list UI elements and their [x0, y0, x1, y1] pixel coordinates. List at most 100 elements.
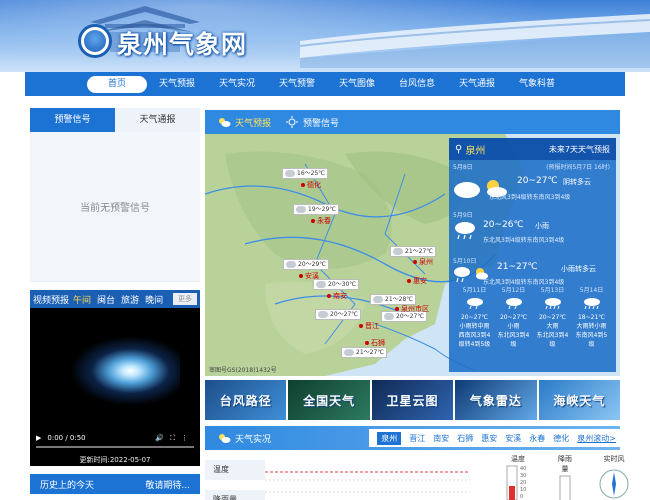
nav-science[interactable]: 气象科普 — [507, 72, 567, 96]
map-city-quanzhou-urban[interactable]: 泉州市区 — [395, 304, 429, 314]
map-city-quanzhou[interactable]: 泉州 — [413, 257, 433, 267]
map-city-anxi[interactable]: 安溪 — [299, 271, 319, 281]
wind-gauge: 实时风 — [597, 454, 631, 500]
video-tab-noon[interactable]: 午间 — [73, 293, 91, 306]
video-progress-bar[interactable] — [36, 446, 194, 448]
map-city-jinjiang[interactable]: 晋江 — [359, 321, 379, 331]
link-radar[interactable]: 气象雷达 — [455, 380, 537, 420]
forecast-day: 5月10日 21~27℃ 小雨转多云 东北风3到4级转东南风3到4级 — [453, 256, 612, 286]
tab-weather-bulletin[interactable]: 天气通报 — [115, 108, 200, 132]
map-city-yongchun[interactable]: 永春 — [311, 216, 331, 226]
mini-date: 5月12日 — [501, 287, 526, 294]
warning-tabs: 预警信号 天气通报 — [30, 108, 200, 132]
thermometer-icon: 40 30 20 10 0 — [506, 465, 526, 500]
volume-icon[interactable]: 🔊 — [155, 434, 164, 442]
live-gauges: 温度 40 30 20 10 0 降雨量 实时风 — [503, 454, 631, 500]
gauge-tick: 10 — [520, 487, 526, 493]
forecast-day-wind: 东北风3到4级转东南风3到4级 — [483, 237, 565, 244]
forecast-day-weather: 小雨转多云 — [561, 265, 596, 273]
video-tab-travel[interactable]: 旅游 — [121, 293, 139, 306]
live-row-rainfall[interactable]: 降雨量 — [205, 490, 265, 500]
link-satellite[interactable]: 卫星云图 — [371, 380, 454, 420]
forecast-day: 5月8日 20~27℃ 阴转多云 东北风3到4级转东南风3到4级 — [453, 162, 612, 210]
seven-day-forecast-card: ⚲ 泉州 未来7天天气预报 (预报时间5月7日 16时) 5月8日 20~27℃… — [449, 138, 616, 372]
history-more-link[interactable]: 敬请期待... — [145, 478, 190, 491]
live-weather-body: 温度 降雨量 温度 40 30 20 10 0 降雨量 实时风 — [205, 452, 629, 500]
rain-icon — [455, 222, 475, 240]
logo-icon[interactable] — [78, 24, 112, 58]
tab-warning[interactable]: 预警信号 — [285, 116, 339, 129]
town-tab[interactable]: 泉州 — [377, 431, 402, 445]
rain-icon — [466, 298, 483, 310]
forecast-day-wind: 东北风3到4级转东南风3到4级 — [489, 194, 571, 201]
video-time: 0:00 / 0:50 — [47, 434, 86, 442]
feature-links: 台风路径 全国天气 卫星云图 气象雷达 海峡天气 — [205, 380, 621, 420]
mini-temp: 20~27℃ — [499, 314, 528, 321]
nav-observation[interactable]: 天气实况 — [207, 72, 267, 96]
nav-home[interactable]: 首页 — [87, 75, 147, 93]
mini-temp: 20~27℃ — [460, 314, 489, 321]
map-city-shishi[interactable]: 石狮 — [365, 338, 385, 348]
map-temp-tag[interactable]: 20～27℃ — [315, 309, 362, 320]
history-today-header: 历史上的今天 敬请期待... — [30, 474, 200, 494]
link-strait-weather[interactable]: 海峡天气 — [538, 380, 621, 420]
video-tab-evening[interactable]: 晚间 — [145, 293, 163, 306]
link-typhoon-track[interactable]: 台风路径 — [205, 380, 287, 420]
mini-weather: 大雨 — [546, 323, 559, 330]
town-tab[interactable]: 永春 — [529, 433, 545, 444]
history-title: 历史上的今天 — [40, 480, 95, 491]
map-temp-tag[interactable]: 16～25℃ — [282, 168, 329, 179]
map-temp-tag[interactable]: 21～27℃ — [390, 246, 437, 257]
video-player[interactable]: ▶ 0:00 / 0:50 🔊 ⛶ ⋮ 更新时间:2022-05-07 — [30, 308, 200, 466]
live-row-temperature[interactable]: 温度 — [205, 460, 265, 480]
town-tab[interactable]: 德化 — [553, 433, 569, 444]
map-city-dehua[interactable]: 德化 — [301, 180, 321, 190]
nav-bulletin[interactable]: 天气通报 — [447, 72, 507, 96]
site-title[interactable]: 泉州气象网 — [117, 25, 247, 61]
play-icon[interactable]: ▶ — [36, 434, 41, 442]
warning-empty-text: 当前无预警信号 — [30, 132, 200, 282]
map-temp-tag[interactable]: 21～27℃ — [341, 347, 388, 358]
video-tab-fujian-taiwan[interactable]: 闽台 — [97, 293, 115, 306]
more-options-icon[interactable]: ⋮ — [181, 434, 188, 442]
forecast-mini-day: 5月13日 20~27℃ 大雨 东北风3到4级 — [536, 285, 569, 348]
town-tab[interactable]: 惠安 — [481, 433, 497, 444]
video-more-link[interactable]: 更多 — [173, 293, 197, 305]
bridge-image — [300, 14, 650, 68]
mini-temp: 18~21℃ — [577, 314, 606, 321]
forecast-tabs: 天气预报 预警信号 — [205, 110, 620, 134]
warning-panel: 预警信号 天气通报 当前无预警信号 — [30, 108, 200, 282]
heavy-rain-icon — [583, 298, 600, 310]
forecast-day-weather: 小雨 — [535, 222, 549, 230]
map-temp-tag[interactable]: 20～30℃ — [313, 279, 360, 290]
link-national-weather[interactable]: 全国天气 — [288, 380, 370, 420]
map-city-huian[interactable]: 惠安 — [407, 276, 427, 286]
map-temp-tag[interactable]: 19～29℃ — [293, 204, 340, 215]
live-town-tabs: 泉州 晋江 南安 石狮 惠安 安溪 永春 德化 泉州滚动> — [369, 429, 620, 447]
live-more-link[interactable]: 泉州滚动> — [577, 433, 616, 444]
mini-weather: 小雨转中雨 — [459, 323, 490, 330]
nav-forecast[interactable]: 天气预报 — [147, 72, 207, 96]
map-city-nanan[interactable]: 南安 — [327, 291, 347, 301]
town-tab[interactable]: 石狮 — [457, 433, 473, 444]
gauge-tick: 20 — [520, 480, 526, 486]
town-tab[interactable]: 安溪 — [505, 433, 521, 444]
map-temp-tag[interactable]: 20～29℃ — [283, 259, 330, 270]
tab-warning-signal[interactable]: 预警信号 — [30, 108, 115, 132]
forecast-day-date: 5月9日 — [453, 212, 473, 219]
town-tab[interactable]: 南安 — [433, 433, 449, 444]
fullscreen-icon[interactable]: ⛶ — [170, 434, 175, 443]
tab-forecast[interactable]: 天气预报 — [217, 116, 271, 129]
gauge-tick: 40 — [520, 466, 526, 472]
nav-images[interactable]: 天气图像 — [327, 72, 387, 96]
location-pin-icon: ⚲ — [455, 143, 463, 155]
nav-warning[interactable]: 天气预警 — [267, 72, 327, 96]
sun-cloud-icon — [219, 118, 231, 127]
header-banner: 泉州气象网 — [0, 0, 650, 72]
town-tab[interactable]: 晋江 — [409, 433, 425, 444]
gauge-tick: 0 — [520, 494, 523, 500]
tab-warning-label: 预警信号 — [303, 118, 340, 129]
nav-typhoon[interactable]: 台风信息 — [387, 72, 447, 96]
forecast-city[interactable]: 泉州 — [465, 142, 485, 157]
mini-wind: 东南风4到5级 — [575, 332, 608, 348]
